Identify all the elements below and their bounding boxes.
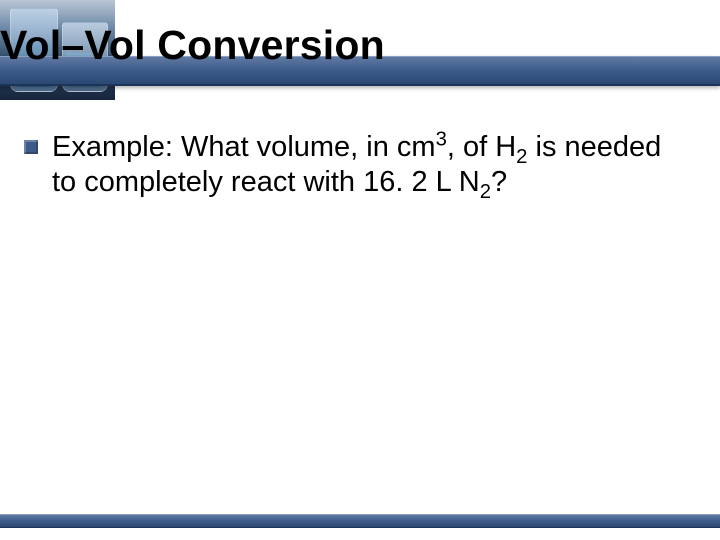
text-segment: , of H: [447, 131, 516, 163]
text-segment: Example: What volume, in cm: [52, 131, 436, 163]
slide: Vol–Vol Conversion Example: What volume,…: [0, 0, 720, 540]
bullet-square-icon: [24, 140, 38, 154]
subscript: 2: [480, 181, 491, 203]
slide-title: Vol–Vol Conversion: [0, 24, 385, 67]
slide-header: Vol–Vol Conversion: [0, 0, 720, 100]
footer-accent-bar: [0, 514, 720, 528]
subscript: 2: [516, 146, 527, 168]
text-segment: ?: [491, 166, 507, 198]
superscript: 3: [436, 128, 447, 150]
bullet-text: Example: What volume, in cm3, of H2 is n…: [52, 130, 684, 201]
slide-body: Example: What volume, in cm3, of H2 is n…: [0, 100, 720, 540]
bullet-item: Example: What volume, in cm3, of H2 is n…: [24, 130, 684, 201]
